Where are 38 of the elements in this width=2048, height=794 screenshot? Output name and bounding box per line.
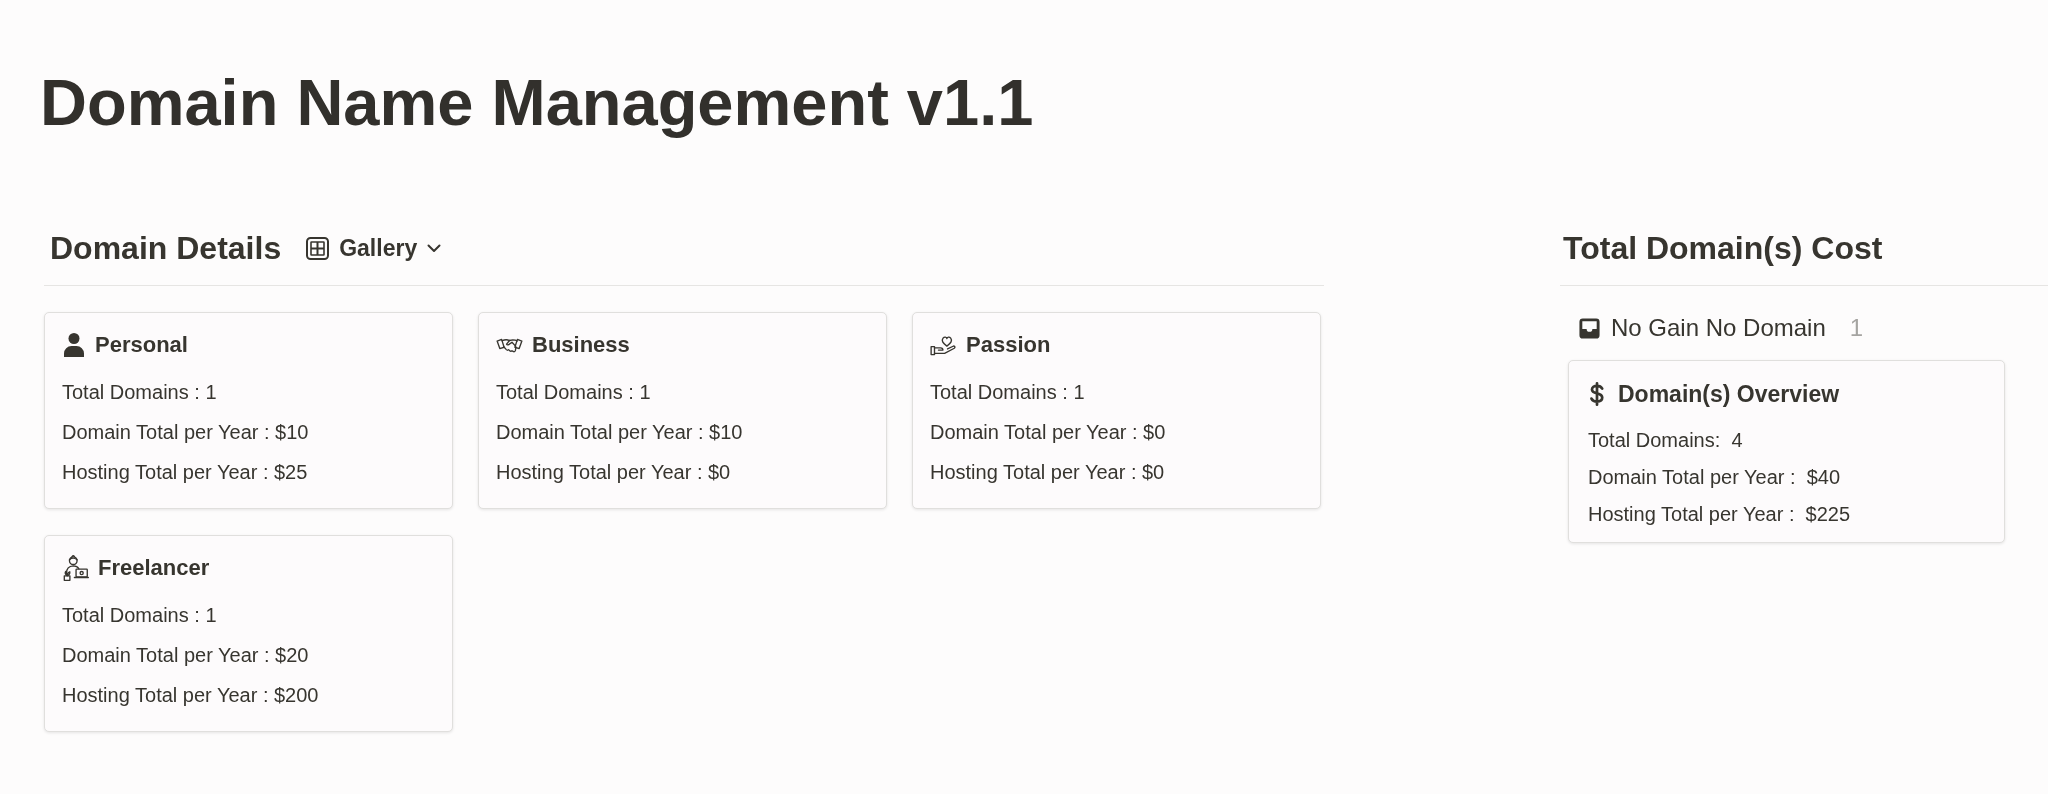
card-line: Domain Total per Year : $0 xyxy=(930,420,1166,444)
card-title: Business xyxy=(532,331,630,359)
heart-hand-icon xyxy=(930,333,957,357)
person-icon xyxy=(62,332,86,358)
gallery-card[interactable]: Business Total Domains : 1 Domain Total per Year : $10 Hosting Total per Year : $0 xyxy=(478,312,887,509)
card-line: Total Domains: 4 xyxy=(1588,428,1743,452)
card-line: Domain Total per Year : $40 xyxy=(1588,465,1841,489)
section-title: Total Domain(s) Cost xyxy=(1563,230,1883,266)
person-laptop-icon xyxy=(62,554,89,582)
gallery-card[interactable]: Freelancer Total Domains : 1 Domain Total per Year : $20 Hosting Total per Year : $200 xyxy=(44,535,453,732)
gallery-card[interactable]: Passion Total Domains : 1 Domain Total per Year : $0 Hosting Total per Year : $0 xyxy=(912,312,1321,509)
card-title: Passion xyxy=(966,331,1051,359)
card-line: Total Domains : 1 xyxy=(930,380,1085,404)
group-label[interactable]: No Gain No Domain xyxy=(1611,314,1826,342)
card-title: Freelancer xyxy=(98,554,210,582)
card-line: Hosting Total per Year : $225 xyxy=(1588,502,1851,526)
card-line: Total Domains : 1 xyxy=(62,603,217,627)
overview-card[interactable]: Domain(s) Overview Total Domains: 4 Domain Total per Year : $40 Hosting Total per Year : $225 xyxy=(1568,360,2005,543)
card-line: Domain Total per Year : $10 xyxy=(62,420,309,444)
page-title: Domain Name Management v1.1 xyxy=(40,70,1034,136)
tray-icon xyxy=(1578,316,1601,340)
card-line: Hosting Total per Year : $0 xyxy=(496,460,731,484)
card-line: Total Domains : 1 xyxy=(62,380,217,404)
gallery-card[interactable]: Personal Total Domains : 1 Domain Total per Year : $10 Hosting Total per Year : $25 xyxy=(44,312,453,509)
grid-icon xyxy=(306,236,330,260)
card-line: Domain Total per Year : $10 xyxy=(496,420,743,444)
card-line: Hosting Total per Year : $25 xyxy=(62,460,308,484)
card-title: Domain(s) Overview xyxy=(1618,380,1840,408)
card-line: Hosting Total per Year : $0 xyxy=(930,460,1165,484)
dollar-icon xyxy=(1588,382,1606,406)
card-title: Personal xyxy=(95,331,188,359)
chevron-down-icon xyxy=(427,243,442,253)
view-button[interactable]: Gallery xyxy=(303,230,445,266)
card-line: Hosting Total per Year : $200 xyxy=(62,683,319,707)
card-line: Domain Total per Year : $20 xyxy=(62,643,309,667)
section-title: Domain Details xyxy=(50,230,282,266)
group-count: 1 xyxy=(1849,314,1864,342)
card-line: Total Domains : 1 xyxy=(496,380,651,404)
